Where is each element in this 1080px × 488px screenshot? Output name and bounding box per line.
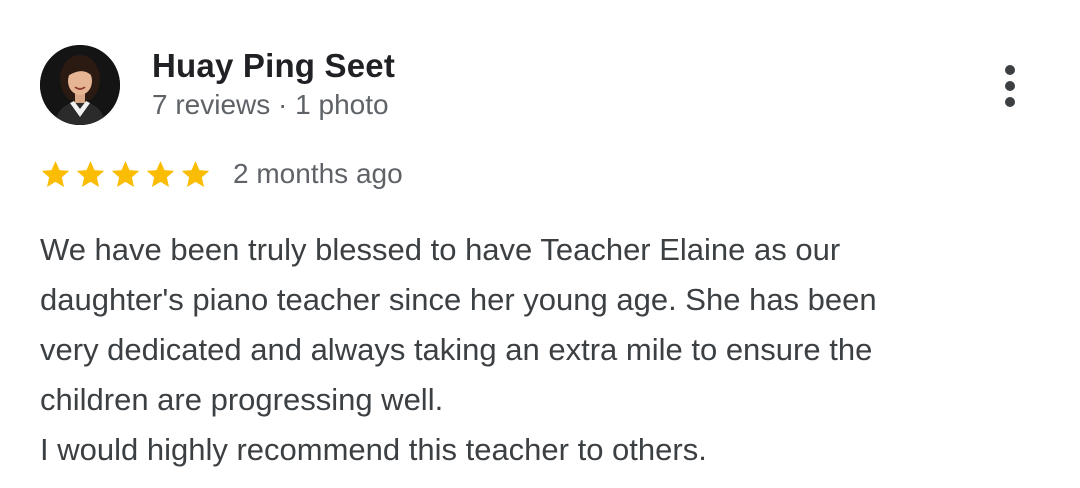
- star-icon: [111, 160, 140, 187]
- review-text-line: children are progressing well.: [40, 382, 444, 417]
- star-rating: [38, 158, 213, 191]
- review-text-line: We have been truly blessed to have Teach…: [40, 232, 841, 267]
- review-text-line: very dedicated and always taking an extr…: [40, 332, 873, 367]
- avatar[interactable]: [40, 45, 120, 125]
- more-vert-icon: [1005, 65, 1015, 75]
- star-icon: [181, 160, 210, 187]
- rating-row: 2 months ago: [38, 155, 403, 193]
- author-meta[interactable]: 7 reviews · 1 photo: [152, 88, 389, 122]
- star-icon: [76, 160, 105, 187]
- star-icon: [41, 160, 70, 187]
- review-text-line: I would highly recommend this teacher to…: [40, 432, 707, 467]
- star-icon: [146, 160, 175, 187]
- author-name[interactable]: Huay Ping Seet: [152, 46, 395, 86]
- review-text: We have been truly blessed to have Teach…: [40, 225, 1050, 475]
- review-date: 2 months ago: [233, 158, 403, 189]
- more-options-button[interactable]: [990, 60, 1030, 112]
- review-text-line: daughter's piano teacher since her young…: [40, 282, 877, 317]
- profile-photo-icon: [40, 45, 120, 125]
- review-card: Huay Ping Seet 7 reviews · 1 photo 2 mon…: [0, 0, 1080, 488]
